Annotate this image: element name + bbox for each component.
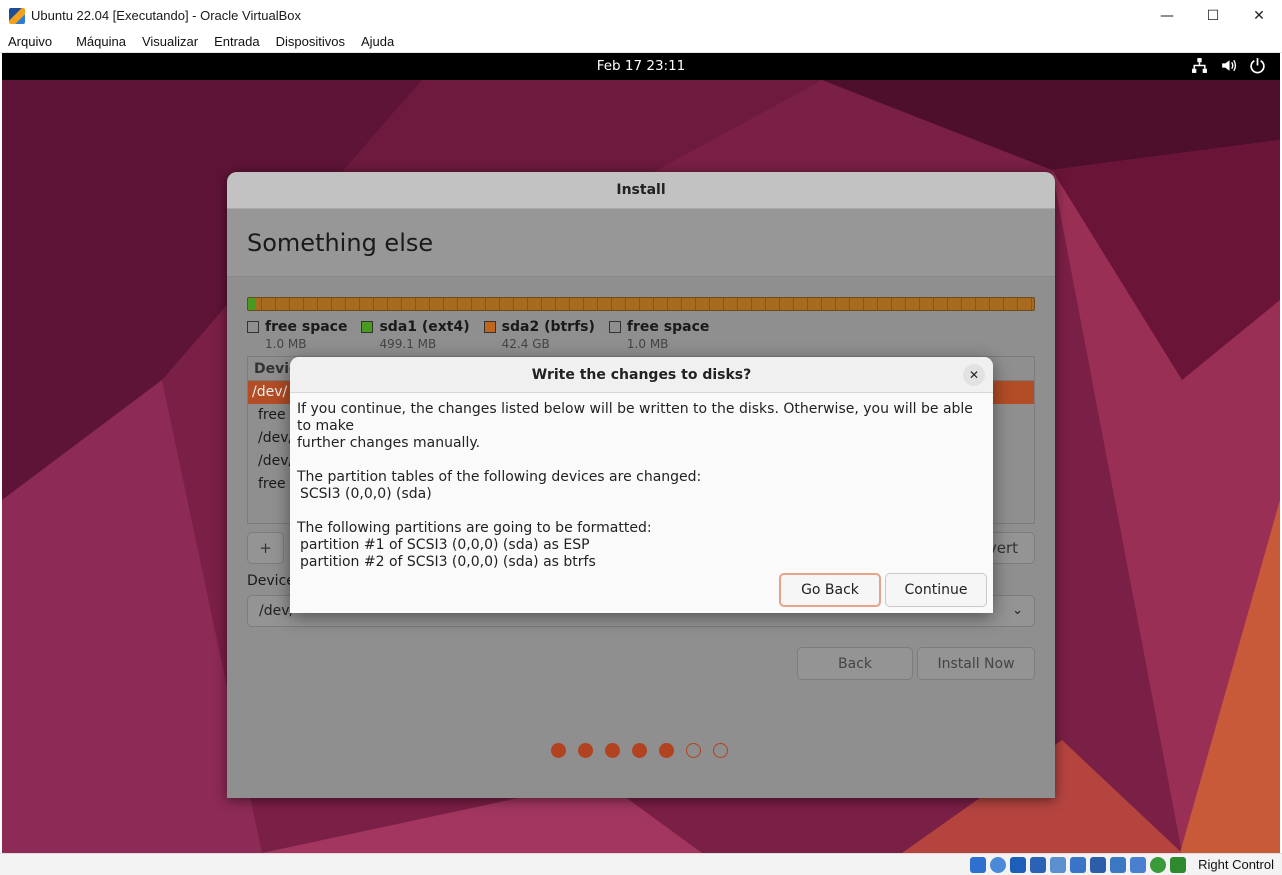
chevron-down-icon: ⌄ xyxy=(1012,603,1023,618)
menu-dispositivos[interactable]: Dispositivos xyxy=(268,34,353,49)
continue-button[interactable]: Continue xyxy=(885,573,987,607)
menu-entrada[interactable]: Entrada xyxy=(206,34,268,49)
partition-legend: free space 1.0 MB sda1 (ext4) 499.1 MB s… xyxy=(247,319,723,351)
installer-heading: Something else xyxy=(227,209,1055,277)
shared-folders-icon[interactable] xyxy=(1070,857,1086,873)
clock[interactable]: Feb 17 23:11 xyxy=(2,58,1280,74)
legend-sda1: sda1 (ext4) 499.1 MB xyxy=(361,319,470,351)
optical-drive-icon[interactable] xyxy=(990,857,1006,873)
recording-icon[interactable] xyxy=(1110,857,1126,873)
menu-maquina[interactable]: Máquina xyxy=(68,34,134,49)
gnome-top-bar: Feb 17 23:11 xyxy=(2,53,1280,80)
dialog-message: If you continue, the changes listed belo… xyxy=(297,401,973,570)
install-now-button[interactable]: Install Now xyxy=(917,647,1035,680)
installer-title: Install xyxy=(227,172,1055,209)
legend-swatch xyxy=(247,321,259,333)
write-changes-dialog: Write the changes to disks? ✕ If you con… xyxy=(290,357,993,613)
window-titlebar: Ubuntu 22.04 [Executando] - Oracle Virtu… xyxy=(0,0,1282,31)
progress-dot xyxy=(686,743,701,758)
mouse-integration-icon[interactable] xyxy=(1170,857,1186,873)
legend-sda2: sda2 (btrfs) 42.4 GB xyxy=(483,319,595,351)
display-icon[interactable] xyxy=(1090,857,1106,873)
menubar: Arquivo Máquina Visualizar Entrada Dispo… xyxy=(0,31,1282,53)
audio-icon[interactable] xyxy=(1010,857,1026,873)
menu-arquivo[interactable]: Arquivo xyxy=(0,34,60,49)
network-adapter-icon[interactable] xyxy=(1030,857,1046,873)
progress-dot xyxy=(551,743,566,758)
statusbar: Right Control xyxy=(0,853,1282,875)
back-button[interactable]: Back xyxy=(797,647,913,680)
progress-dot xyxy=(632,743,647,758)
hard-disk-icon[interactable] xyxy=(970,857,986,873)
cpu-icon[interactable] xyxy=(1150,857,1166,873)
close-button[interactable]: ✕ xyxy=(1236,0,1282,31)
legend-free-space-2: free space 1.0 MB xyxy=(608,319,709,351)
maximize-button[interactable]: ☐ xyxy=(1190,0,1236,31)
window-title: Ubuntu 22.04 [Executando] - Oracle Virtu… xyxy=(31,8,302,23)
legend-swatch xyxy=(608,321,621,333)
host-key-label: Right Control xyxy=(1198,857,1274,872)
add-partition-button[interactable]: + xyxy=(247,532,284,564)
legend-free-space-1: free space 1.0 MB xyxy=(247,319,347,351)
network-icon[interactable] xyxy=(1191,57,1208,74)
dialog-close-button[interactable]: ✕ xyxy=(963,364,985,386)
menu-ajuda[interactable]: Ajuda xyxy=(353,34,402,49)
menu-visualizar[interactable]: Visualizar xyxy=(134,34,206,49)
dialog-title: Write the changes to disks? ✕ xyxy=(290,357,993,393)
minimize-button[interactable]: — xyxy=(1144,0,1190,31)
usb-icon[interactable] xyxy=(1050,857,1066,873)
go-back-button[interactable]: Go Back xyxy=(779,573,881,607)
progress-dot xyxy=(659,743,674,758)
progress-dot xyxy=(713,743,728,758)
power-icon[interactable] xyxy=(1249,57,1266,74)
legend-swatch xyxy=(483,321,496,333)
legend-swatch xyxy=(361,321,374,333)
volume-icon[interactable] xyxy=(1220,57,1237,74)
virtualbox-app-icon xyxy=(9,7,25,24)
guest-additions-icon[interactable] xyxy=(1130,857,1146,873)
partition-bar xyxy=(247,297,1035,311)
partition-bar-sda1 xyxy=(248,298,256,310)
progress-dots xyxy=(551,743,728,758)
boot-device-label: Device xyxy=(247,573,295,589)
progress-dot xyxy=(605,743,620,758)
progress-dot xyxy=(578,743,593,758)
vm-screen[interactable]: Feb 17 23:11 Install Something else free… xyxy=(2,53,1280,853)
